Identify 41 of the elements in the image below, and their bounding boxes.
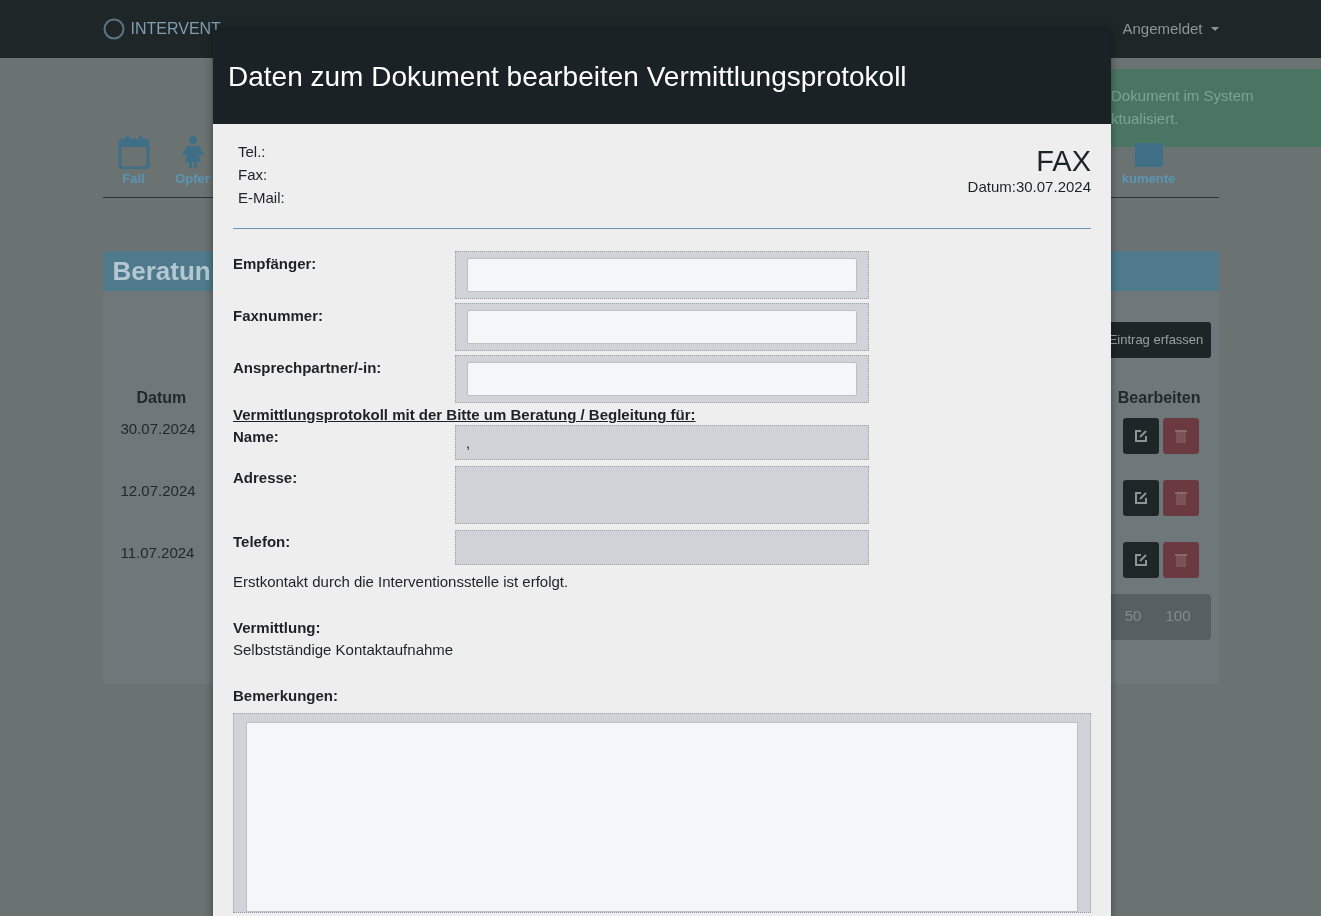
table-cell-text: 30.07.2024 — [120, 418, 196, 439]
edit-icon — [1133, 490, 1148, 505]
tab[interactable]: Fall — [102, 135, 165, 189]
document-date: Datum:30.07.2024 — [967, 177, 1091, 197]
field-label: Bemerkungen: — [233, 685, 340, 706]
field-label: Faxnummer: — [233, 306, 325, 326]
table-cell-text: 12.07.2024 — [120, 480, 196, 501]
field-label: Telefon: — [233, 532, 292, 552]
contact-label: Fax: — [238, 165, 269, 185]
table-cell-text: 11.07.2024 — [120, 542, 195, 563]
edit-icon — [1133, 428, 1148, 443]
text-input[interactable] — [455, 303, 869, 351]
section-heading: Vermittlungsprotokoll mit der Bitte um Beratung / Begleitung für: — [233, 405, 697, 425]
contact-label: Tel.: — [238, 142, 267, 162]
field-label: Empfänger: — [233, 254, 318, 274]
edit-button[interactable] — [1122, 541, 1159, 578]
column-header: Datum — [136, 387, 187, 408]
edit-button[interactable] — [1122, 479, 1159, 516]
trash-icon — [1174, 552, 1187, 567]
field-value: Selbstständige Kontaktaufnahme — [233, 640, 455, 660]
tab[interactable]: Opfer — [164, 135, 221, 189]
edit-button[interactable] — [1122, 417, 1159, 454]
column-header: Bearbeiten — [1117, 387, 1201, 408]
text-input[interactable] — [455, 251, 869, 299]
modal-title: Daten zum Dokument bearbeiten Vermittlungsprotokoll — [213, 30, 1111, 124]
field-label: Ansprechpartner/-in: — [233, 358, 383, 378]
trash-icon — [1174, 490, 1187, 505]
calendar-icon — [117, 135, 150, 169]
document-type: FAX — [1036, 146, 1091, 176]
edit-icon — [1133, 552, 1148, 567]
field-label: Vermittlung: — [233, 617, 322, 638]
field-label: Name: — [233, 427, 280, 447]
field-label: Adresse: — [233, 468, 299, 488]
trash-icon — [1174, 428, 1187, 443]
contact-label: E-Mail: — [238, 188, 285, 208]
logo-ring-icon — [102, 18, 125, 40]
text-input[interactable] — [455, 355, 869, 403]
field-value: , — [466, 434, 471, 451]
remarks-textarea[interactable] — [233, 713, 1091, 913]
user-menu[interactable]: Angemeldet — [1122, 17, 1219, 41]
statement-text: Erstkontakt durch die Interventionsstelle ist erfolgt. — [233, 572, 570, 592]
